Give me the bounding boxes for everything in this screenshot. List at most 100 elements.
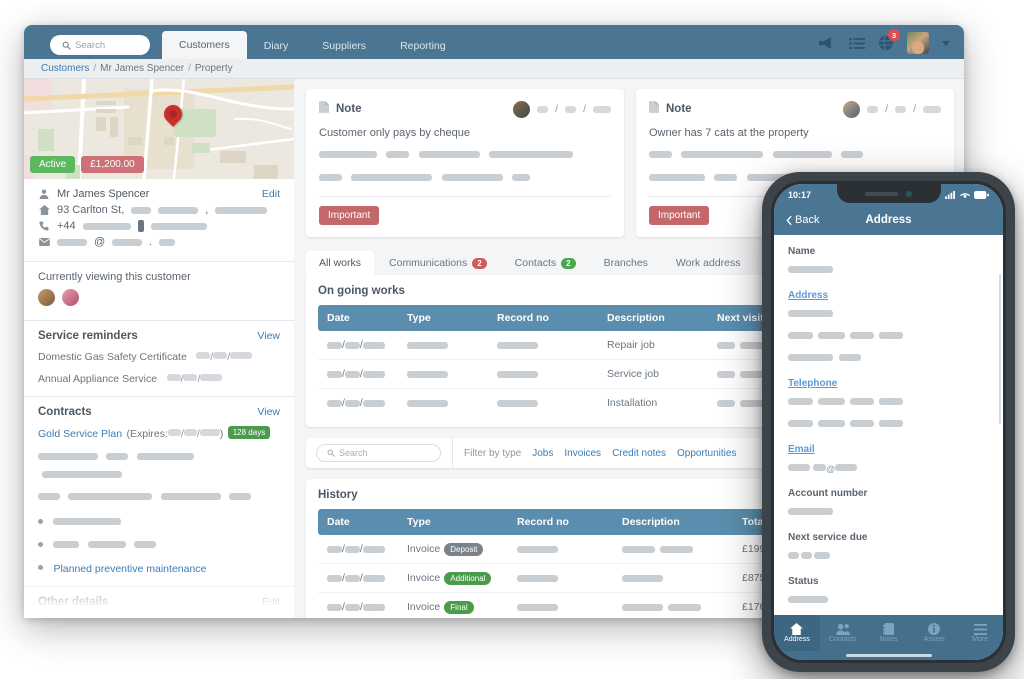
redacted-bar (106, 453, 129, 461)
service-reminder-item: Annual Appliance Service / / (38, 369, 280, 387)
note-document-icon (319, 100, 329, 118)
contract-bullet-item (38, 536, 280, 554)
service-reminders-section: Service reminders View Domestic Gas Safe… (24, 321, 294, 397)
phone-field-address-label[interactable]: Address (788, 290, 989, 301)
breadcrumb-customers[interactable]: Customers (41, 63, 89, 74)
viewer-avatar[interactable] (62, 289, 80, 306)
megaphone-icon[interactable] (819, 36, 836, 50)
redacted-bar (53, 518, 122, 526)
column-header-type[interactable]: Type (398, 509, 508, 535)
tab-branches[interactable]: Branches (591, 251, 661, 275)
customer-phone-row: +44 (38, 220, 280, 232)
envelope-icon (38, 238, 50, 246)
phone-field-email-label[interactable]: Email (788, 444, 989, 455)
chevron-down-icon[interactable] (942, 40, 950, 46)
breadcrumb-property: Property (194, 63, 233, 74)
cell-description: Installation (607, 397, 658, 409)
tab-communications[interactable]: Communications 2 (376, 251, 500, 275)
note-redacted-line (319, 169, 611, 187)
redacted-bar (418, 151, 480, 159)
column-header-description[interactable]: Description (598, 305, 708, 331)
redacted-bar (681, 151, 764, 159)
property-map[interactable]: Active £1,200.00 (24, 79, 294, 179)
address-comma: , (205, 204, 209, 216)
map-badges: Active £1,200.00 (30, 156, 144, 173)
column-header-date[interactable]: Date (318, 305, 398, 331)
list-icon[interactable] (849, 37, 865, 50)
phone-tab-label: Address (784, 636, 810, 643)
globe-icon[interactable]: 3 (878, 29, 900, 51)
main-nav-tabs: Customers Diary Suppliers Reporting (162, 25, 463, 59)
phone-field-next-service-label: Next service due (788, 532, 868, 543)
filter-link-credit-notes[interactable]: Credit notes (612, 448, 666, 459)
column-header-record-no[interactable]: Record no (508, 509, 613, 535)
phone-field-status-value (788, 591, 989, 609)
redacted-bar (199, 429, 220, 437)
filter-link-opportunities[interactable]: Opportunities (677, 448, 736, 459)
filter-link-jobs[interactable]: Jobs (532, 448, 553, 459)
redacted-bar (319, 174, 342, 182)
phone-field-telephone-label[interactable]: Telephone (788, 378, 989, 389)
service-reminders-view-link[interactable]: View (257, 330, 280, 342)
cell-type: Invoice Additional (398, 563, 508, 593)
edit-customer-link[interactable]: Edit (262, 188, 280, 200)
redacted-bar (183, 429, 197, 437)
note-important-tag: Important (649, 206, 710, 225)
phone-tab-assets[interactable]: Assets (911, 615, 957, 651)
search-icon (62, 41, 71, 50)
redacted-bar (441, 174, 503, 182)
column-header-record-no[interactable]: Record no (488, 305, 598, 331)
info-icon (928, 623, 941, 635)
screenshot-root: Search Customers Diary Suppliers Reporti… (0, 0, 1024, 679)
phone-tab-notes[interactable]: Notes (866, 615, 912, 651)
phone-icon (38, 221, 50, 231)
tab-work-address[interactable]: Work address (663, 251, 754, 275)
contract-expires-suffix: ) (219, 428, 224, 440)
nav-tab-customers[interactable]: Customers (162, 31, 247, 59)
redacted-bar (230, 352, 253, 360)
phone-nav-bar: Back Address (774, 205, 1003, 235)
tab-label: Work address (675, 257, 741, 269)
edit-other-details-link[interactable]: Edit (262, 596, 280, 608)
redacted-bar (38, 453, 98, 461)
cell-date: / / (318, 389, 398, 418)
column-header-date[interactable]: Date (318, 509, 398, 535)
history-search-input[interactable]: Search (316, 444, 441, 462)
note-card[interactable]: Note / / Customer only pays by cheque Im… (306, 89, 624, 237)
phone-tab-more[interactable]: More (957, 615, 1003, 651)
redacted-bar (82, 222, 131, 230)
phone-tab-bar: Address Contacts Notes Assets More (774, 615, 1003, 651)
cell-description: Repair job (598, 331, 708, 360)
app-header: Search Customers Diary Suppliers Reporti… (24, 25, 964, 59)
contract-plan-link[interactable]: Gold Service Plan (38, 428, 122, 440)
phone-scrollbar[interactable] (999, 274, 1001, 424)
nav-tab-suppliers[interactable]: Suppliers (305, 33, 383, 59)
tab-contacts[interactable]: Contacts 2 (502, 251, 589, 275)
user-avatar[interactable] (907, 32, 929, 54)
tab-all-works[interactable]: All works (306, 251, 375, 275)
cell-description: Service job (598, 359, 708, 389)
viewer-avatar[interactable] (38, 289, 55, 306)
phone-tab-address[interactable]: Address (774, 615, 820, 651)
filter-link-invoices[interactable]: Invoices (564, 448, 601, 459)
customer-name-row: Mr James Spencer (38, 188, 280, 200)
column-header-description[interactable]: Description (613, 509, 733, 535)
planned-maintenance-link[interactable]: Planned preventive maintenance (53, 563, 206, 575)
column-header-type[interactable]: Type (398, 305, 488, 331)
person-icon (38, 189, 50, 199)
breadcrumb: Customers / Mr James Spencer / Property (24, 59, 964, 79)
global-search-input[interactable]: Search (50, 35, 150, 55)
redacted-bar (895, 105, 907, 113)
note-important-tag: Important (319, 206, 380, 225)
phone-tab-contacts[interactable]: Contacts (820, 615, 866, 651)
nav-tab-diary[interactable]: Diary (247, 33, 306, 59)
customer-email-row: @ . (38, 236, 280, 248)
redacted-bar (53, 541, 80, 549)
phone-field-next-service-value (788, 547, 989, 565)
redacted-bar (167, 429, 181, 437)
email-at-symbol: @ (94, 236, 106, 248)
cell-date: / / (318, 331, 398, 360)
contracts-view-link[interactable]: View (257, 406, 280, 418)
nav-tab-reporting[interactable]: Reporting (383, 33, 463, 59)
mobile-device-mockup: 10:17 Back Address Name Address Telephon… (762, 172, 1015, 672)
